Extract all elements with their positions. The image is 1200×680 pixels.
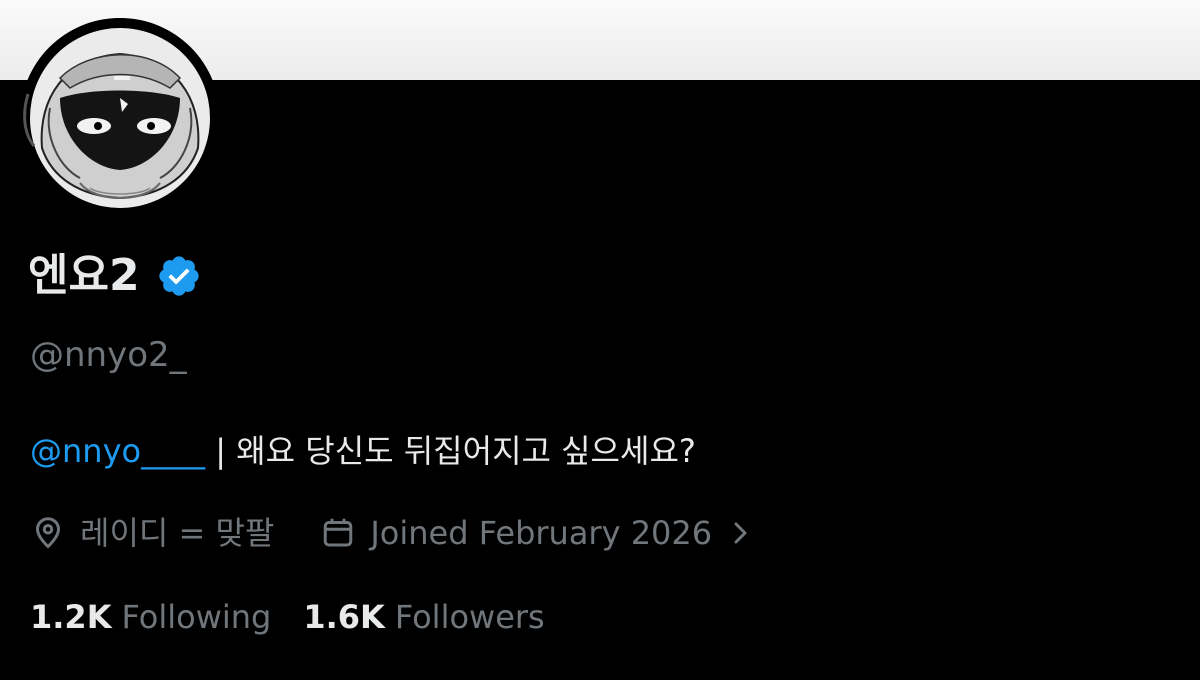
following-link[interactable]: 1.2K Following xyxy=(30,594,271,640)
verified-badge-icon[interactable] xyxy=(156,253,202,299)
avatar-image xyxy=(20,18,220,218)
joined-item[interactable]: Joined February 2026 xyxy=(320,510,752,556)
location-item: 레이디 = 맞팔 xyxy=(30,510,274,556)
profile-bio: @nnyo____ | 왜요 당신도 뒤집어지고 싶으세요? xyxy=(30,428,696,474)
profile-handle: @nnyo2_ xyxy=(30,335,187,375)
bio-text: | 왜요 당신도 뒤집어지고 싶으세요? xyxy=(205,432,696,470)
profile-page: 엔요2 @nnyo2_ @nnyo____ | 왜요 당신도 뒤집어지고 싶으세… xyxy=(0,0,1200,680)
location-pin-icon xyxy=(30,515,66,551)
followers-count: 1.6K xyxy=(303,598,385,636)
following-label: Following xyxy=(121,598,272,636)
profile-meta: 레이디 = 맞팔 Joined February 2026 xyxy=(30,510,752,556)
chevron-right-icon[interactable] xyxy=(730,518,752,548)
profile-stats: 1.2K Following 1.6K Followers xyxy=(30,594,545,640)
followers-link[interactable]: 1.6K Followers xyxy=(303,594,544,640)
following-count: 1.2K xyxy=(30,598,112,636)
location-text: 레이디 = 맞팔 xyxy=(80,514,275,552)
bio-mention-link[interactable]: @nnyo____ xyxy=(30,432,205,470)
joined-text: Joined February 2026 xyxy=(370,514,713,552)
calendar-icon xyxy=(320,515,356,551)
followers-label: Followers xyxy=(394,598,545,636)
profile-name-row: 엔요2 xyxy=(28,246,202,306)
avatar[interactable] xyxy=(20,18,220,218)
display-name: 엔요2 xyxy=(28,250,140,301)
